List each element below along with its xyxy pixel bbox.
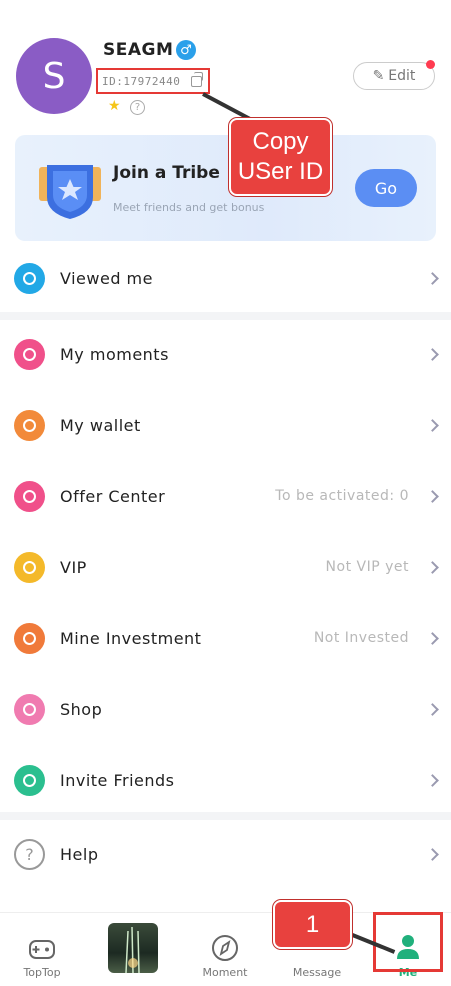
annotation-copy-user-id: Copy USer ID [229, 118, 332, 196]
user-id-text: ID:17972440 [102, 74, 181, 88]
tribe-subtitle: Meet friends and get bonus [113, 201, 265, 214]
chevron-right-icon [426, 489, 439, 503]
notification-dot [426, 60, 435, 69]
menu-label: My moments [60, 344, 169, 364]
icon-glyph [23, 418, 36, 432]
menu-item-help[interactable]: ? Help [0, 824, 451, 884]
menu-label: My wallet [60, 415, 141, 435]
share-arrow-icon [14, 764, 45, 796]
chevron-right-icon [426, 271, 439, 285]
menu-item-vip[interactable]: VIP Not VIP yet [0, 537, 451, 597]
star-icon: ★ [108, 98, 121, 114]
copy-icon[interactable] [191, 72, 203, 87]
menu-label: Help [60, 844, 99, 864]
annotation-highlight-me [373, 912, 443, 972]
moments-icon [14, 338, 45, 370]
icon-glyph [23, 271, 36, 285]
investment-icon [14, 622, 45, 654]
edit-profile-button[interactable]: ✎ Edit [353, 62, 435, 90]
chevron-right-icon [426, 347, 439, 361]
icon-glyph [23, 702, 36, 716]
gamepad-icon [29, 940, 55, 959]
menu-label: Viewed me [60, 268, 153, 288]
icon-glyph [23, 347, 36, 361]
icon-glyph [23, 631, 36, 645]
chevron-right-icon [426, 847, 439, 861]
section-divider [0, 812, 451, 820]
annotation-line-1: Copy [252, 128, 309, 155]
menu-label: Shop [60, 699, 103, 719]
menu-status: Not VIP yet [325, 559, 409, 575]
tribe-shield-icon [39, 165, 101, 219]
avatar-letter: S [42, 55, 66, 97]
featured-thumbnail[interactable] [108, 923, 158, 974]
menu-item-offer-center[interactable]: Offer Center To be activated: 0 [0, 466, 451, 526]
menu-status: Not Invested [313, 630, 409, 646]
chevron-right-icon [426, 702, 439, 716]
nav-message-label: Message [292, 966, 342, 979]
compass-icon [212, 935, 238, 961]
nav-toptop[interactable]: TopTop [12, 913, 72, 986]
menu-item-my-wallet[interactable]: My wallet [0, 395, 451, 455]
crown-icon [14, 551, 45, 583]
chevron-right-icon [426, 773, 439, 787]
male-gender-icon: ♂ [176, 40, 196, 60]
chevron-right-icon [426, 631, 439, 645]
menu-item-invite-friends[interactable]: Invite Friends [0, 750, 451, 810]
section-divider [0, 312, 451, 320]
pencil-icon: ✎ [372, 68, 385, 84]
question-icon[interactable]: ? [130, 100, 145, 115]
menu-item-my-moments[interactable]: My moments [0, 324, 451, 384]
avatar[interactable]: S [16, 38, 92, 114]
gift-icon [14, 480, 45, 512]
shop-icon [14, 693, 45, 725]
profile-header: S SEAGM ♂ ID:17972440 ★ ? ✎ Edit [0, 0, 451, 130]
menu-label: Offer Center [60, 486, 166, 506]
menu-label: Mine Investment [60, 628, 202, 648]
eye-icon [14, 262, 45, 294]
help-icon: ? [14, 838, 45, 870]
user-id-copy[interactable]: ID:17972440 [96, 68, 210, 94]
menu-status: To be activated: 0 [275, 488, 409, 504]
annotation-step-1: 1 [273, 900, 352, 949]
menu-label: Invite Friends [60, 770, 175, 790]
icon-glyph [23, 560, 36, 574]
tribe-title: Join a Tribe [113, 163, 220, 183]
menu-item-viewed-me[interactable]: Viewed me [0, 248, 451, 308]
annotation-line-2: USer ID [237, 158, 324, 185]
menu-item-mine-investment[interactable]: Mine Investment Not Invested [0, 608, 451, 668]
nav-moment[interactable]: Moment [195, 913, 255, 986]
chevron-right-icon [426, 418, 439, 432]
username: SEAGM [103, 40, 174, 60]
forest-image [125, 926, 140, 974]
nav-toptop-label: TopTop [23, 966, 61, 979]
chevron-right-icon [426, 560, 439, 574]
menu-label: VIP [60, 557, 87, 577]
edit-label: Edit [388, 68, 416, 84]
go-button[interactable]: Go [355, 169, 417, 207]
wallet-icon [14, 409, 45, 441]
icon-glyph [23, 773, 36, 787]
menu-item-shop[interactable]: Shop [0, 679, 451, 739]
icon-glyph [23, 489, 36, 503]
join-tribe-banner[interactable]: Join a Tribe Meet friends and get bonus … [15, 135, 436, 241]
nav-moment-label: Moment [202, 966, 248, 979]
